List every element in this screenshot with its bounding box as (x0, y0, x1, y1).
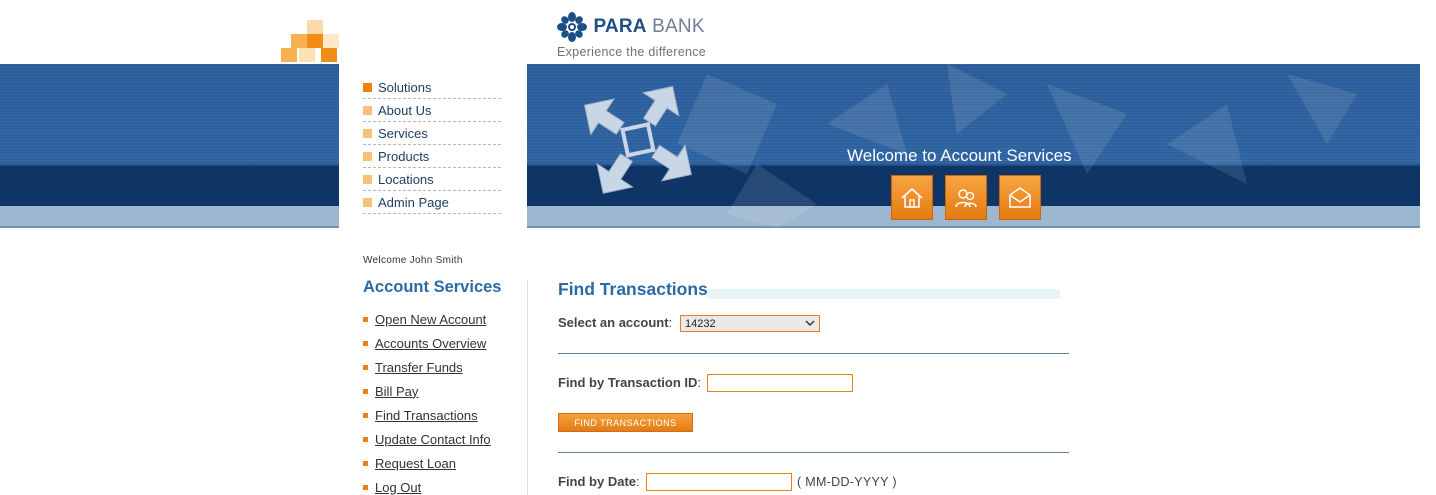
page-title: Find Transactions (558, 279, 708, 299)
menu-item-label: Products (378, 148, 430, 164)
account-select-label: Select an account: (558, 315, 673, 330)
home-button[interactable] (891, 175, 933, 220)
link-bullet-icon (363, 340, 368, 346)
sidebar-item-accounts-overview: Accounts Overview (363, 331, 491, 355)
sidebar-item-update-contact-info: Update Contact Info (363, 427, 491, 451)
link-bullet-icon (363, 460, 368, 466)
link-bullet-icon (363, 316, 368, 322)
account-select[interactable]: 14232 (680, 315, 820, 332)
link-bullet-icon (363, 412, 368, 418)
sidebar-divider (527, 280, 528, 495)
brand-name: PARA BANK (593, 16, 705, 37)
menu-item-about-us[interactable]: About Us (363, 99, 501, 122)
banner-welcome-text: Welcome to Account Services (847, 146, 1072, 165)
logo-squares (281, 20, 339, 64)
menu-item-products[interactable]: Products (363, 145, 501, 168)
request-loan-link[interactable]: Request Loan (375, 456, 456, 471)
menu-bullet-icon (363, 174, 372, 184)
open-new-account-link[interactable]: Open New Account (375, 312, 486, 327)
bill-pay-link[interactable]: Bill Pay (375, 384, 418, 399)
sidebar-item-transfer-funds: Transfer Funds (363, 355, 491, 379)
menu-item-label: Solutions (378, 79, 432, 95)
brand-logo[interactable]: PARA BANK (557, 12, 705, 42)
contact-icon (1009, 186, 1031, 208)
welcome-user-text: Welcome John Smith (363, 255, 463, 266)
menu-item-solutions[interactable]: Solutions (363, 76, 501, 99)
about-button[interactable] (945, 175, 987, 220)
log-out-link[interactable]: Log Out (375, 480, 421, 495)
home-icon (901, 187, 923, 208)
menu-item-label: About Us (378, 102, 432, 118)
find-transactions-link[interactable]: Find Transactions (375, 408, 478, 423)
menu-bullet-icon (363, 151, 372, 161)
link-bullet-icon (363, 484, 368, 490)
update-contact-info-link[interactable]: Update Contact Info (375, 432, 491, 447)
section-divider (558, 353, 1069, 354)
find-by-date-label: Find by Date: (558, 474, 640, 489)
link-bullet-icon (363, 436, 368, 442)
accounts-overview-link[interactable]: Accounts Overview (375, 336, 486, 351)
about-icon (955, 188, 977, 207)
title-underline-bar (707, 289, 1060, 299)
sidebar-item-request-loan: Request Loan (363, 451, 491, 475)
sidebar-item-open-new-account: Open New Account (363, 307, 491, 331)
menu-item-label: Admin Page (378, 194, 449, 210)
date-input[interactable] (646, 473, 792, 491)
section-divider (558, 452, 1069, 453)
menu-bullet-icon (363, 197, 372, 207)
link-bullet-icon (363, 388, 368, 394)
link-bullet-icon (363, 364, 368, 370)
menu-item-label: Services (378, 125, 428, 141)
sidebar-item-log-out: Log Out (363, 475, 491, 495)
menu-bullet-icon (363, 128, 372, 138)
sidebar-heading: Account Services (363, 278, 502, 296)
menu-item-admin-page[interactable]: Admin Page (363, 191, 501, 214)
top-menu: Solutions About Us Services Products Loc… (363, 76, 501, 214)
account-services-links: Open New Account Accounts Overview Trans… (363, 307, 491, 495)
parabank-logo-icon (557, 12, 587, 42)
menu-bullet-icon (363, 82, 372, 92)
chevron-down-icon (805, 320, 815, 326)
transaction-id-label: Find by Transaction ID: (558, 375, 702, 390)
sidebar-item-find-transactions: Find Transactions (363, 403, 491, 427)
sidebar-item-bill-pay: Bill Pay (363, 379, 491, 403)
account-select-value: 14232 (685, 317, 716, 330)
date-format-hint: ( MM-DD-YYYY ) (797, 475, 897, 489)
brand-tagline: Experience the difference (557, 45, 707, 59)
transaction-id-input[interactable] (707, 374, 853, 392)
menu-item-services[interactable]: Services (363, 122, 501, 145)
menu-item-label: Locations (378, 171, 434, 187)
contact-button[interactable] (999, 175, 1041, 220)
transfer-funds-link[interactable]: Transfer Funds (375, 360, 463, 375)
find-transactions-button[interactable]: FIND TRANSACTIONS (558, 413, 693, 432)
menu-item-locations[interactable]: Locations (363, 168, 501, 191)
menu-bullet-icon (363, 105, 372, 115)
